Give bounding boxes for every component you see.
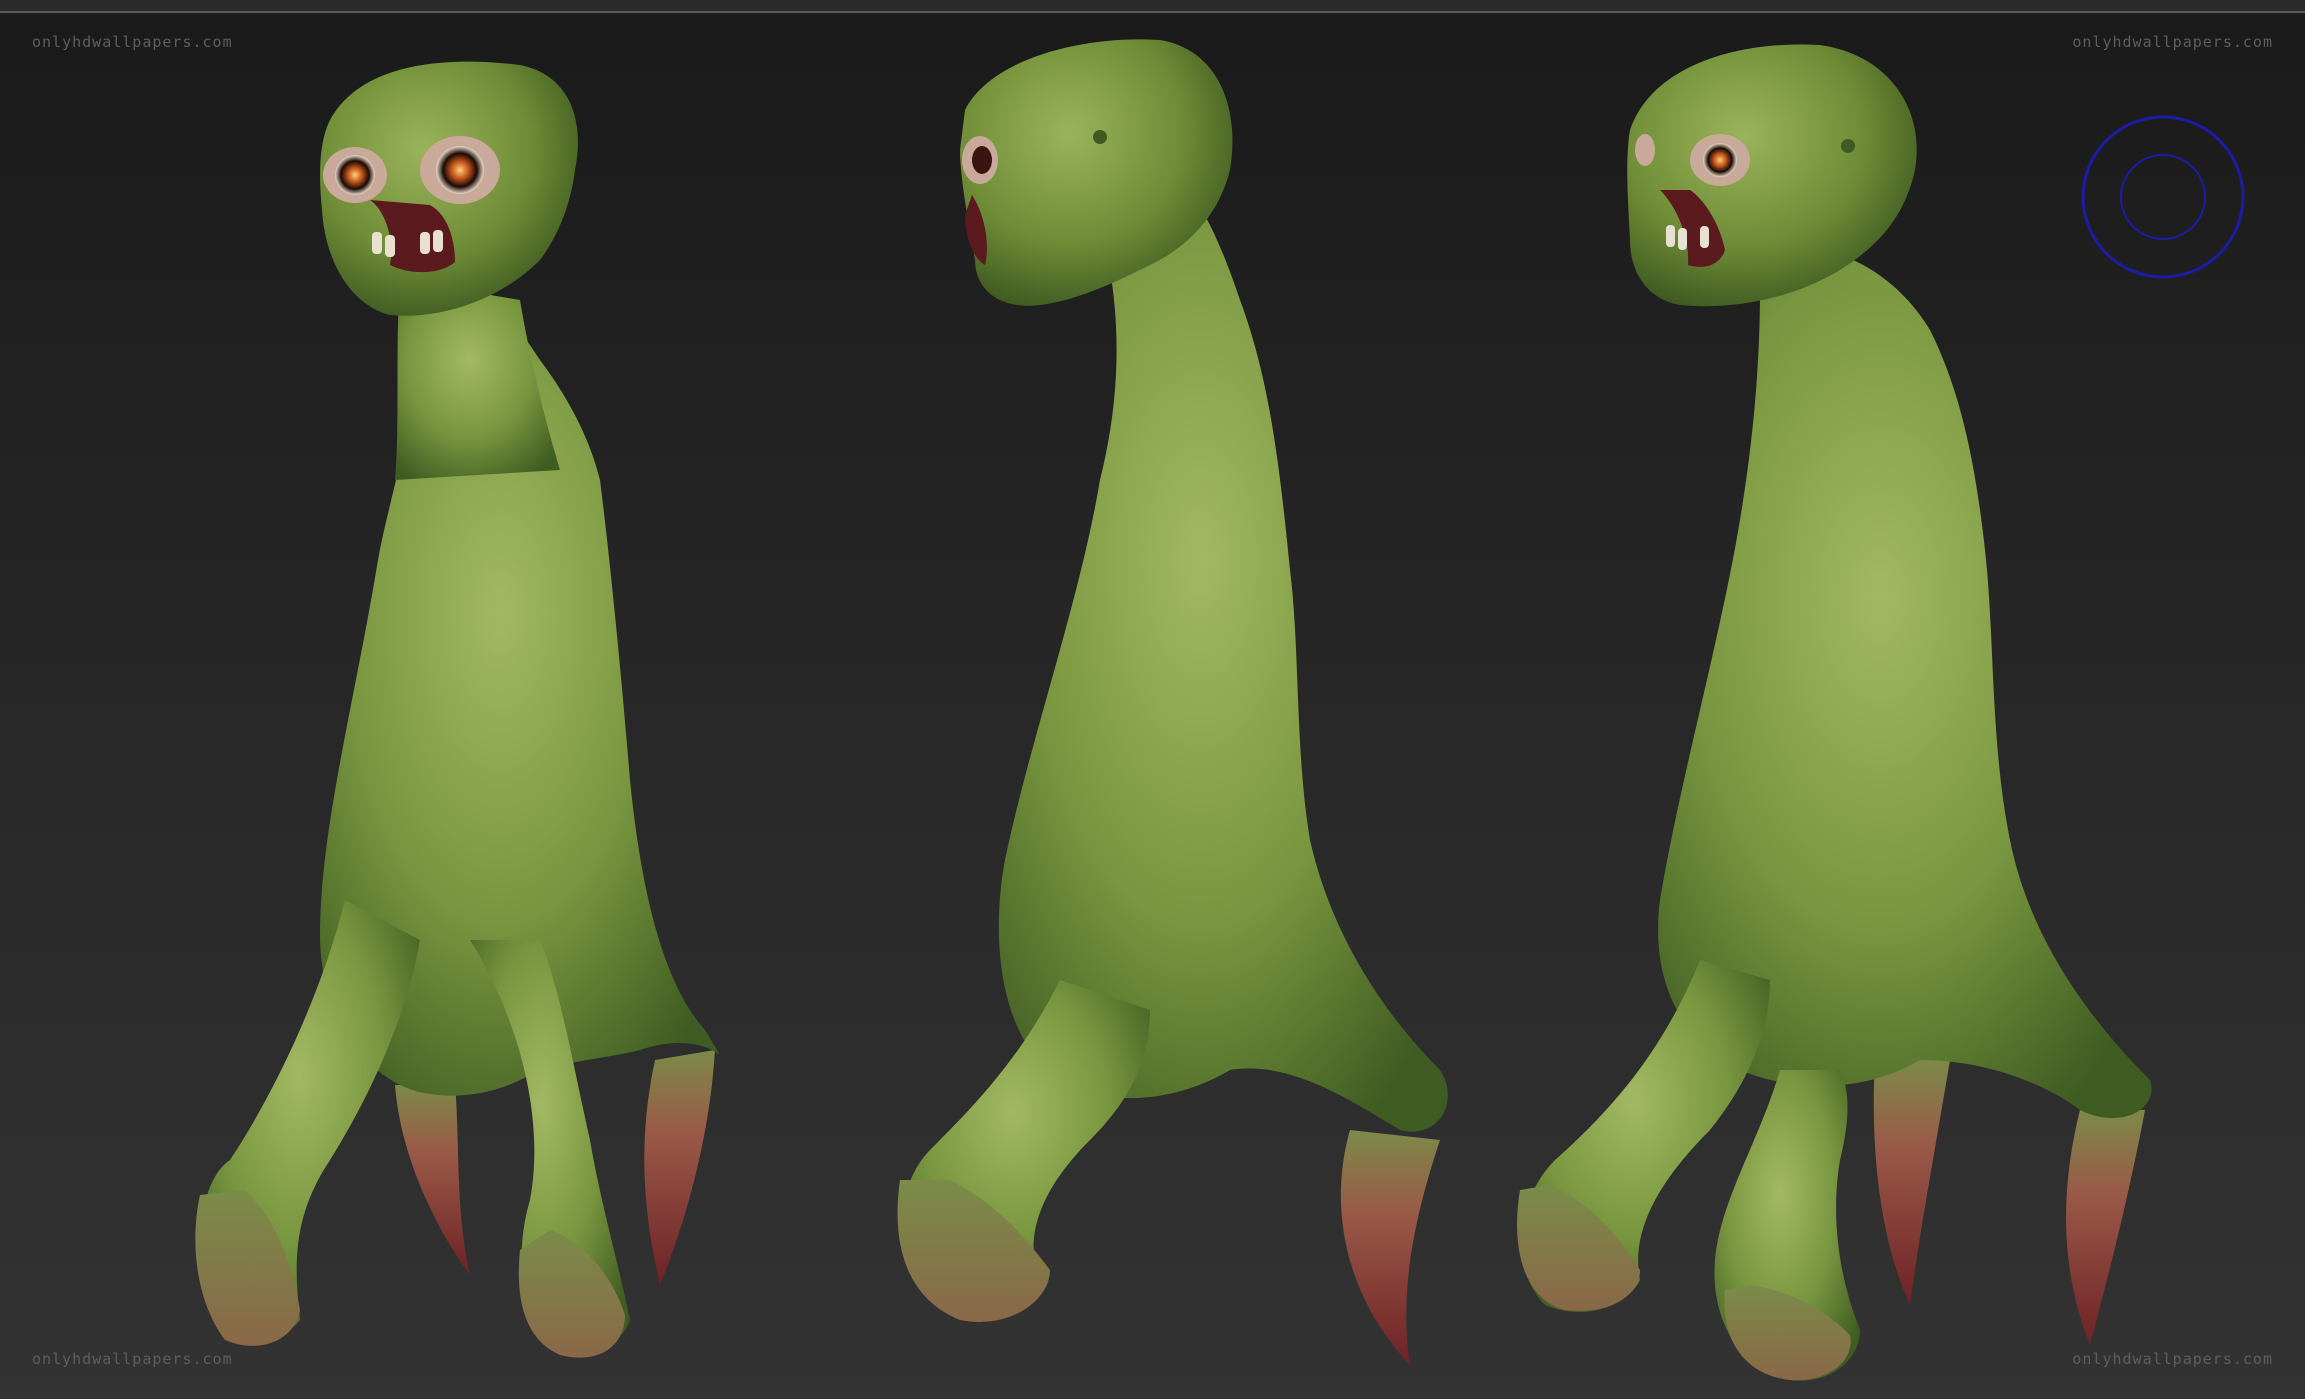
rotation-gizmo-icon[interactable] xyxy=(2081,115,2245,279)
creature-render xyxy=(195,39,2245,1381)
creature-side-view xyxy=(897,39,1448,1365)
creature-three-quarter-view xyxy=(1517,44,2152,1381)
viewport: onlyhdwallpapers.com onlyhdwallpapers.co… xyxy=(0,0,2305,1399)
creature-front-view xyxy=(195,61,720,1358)
